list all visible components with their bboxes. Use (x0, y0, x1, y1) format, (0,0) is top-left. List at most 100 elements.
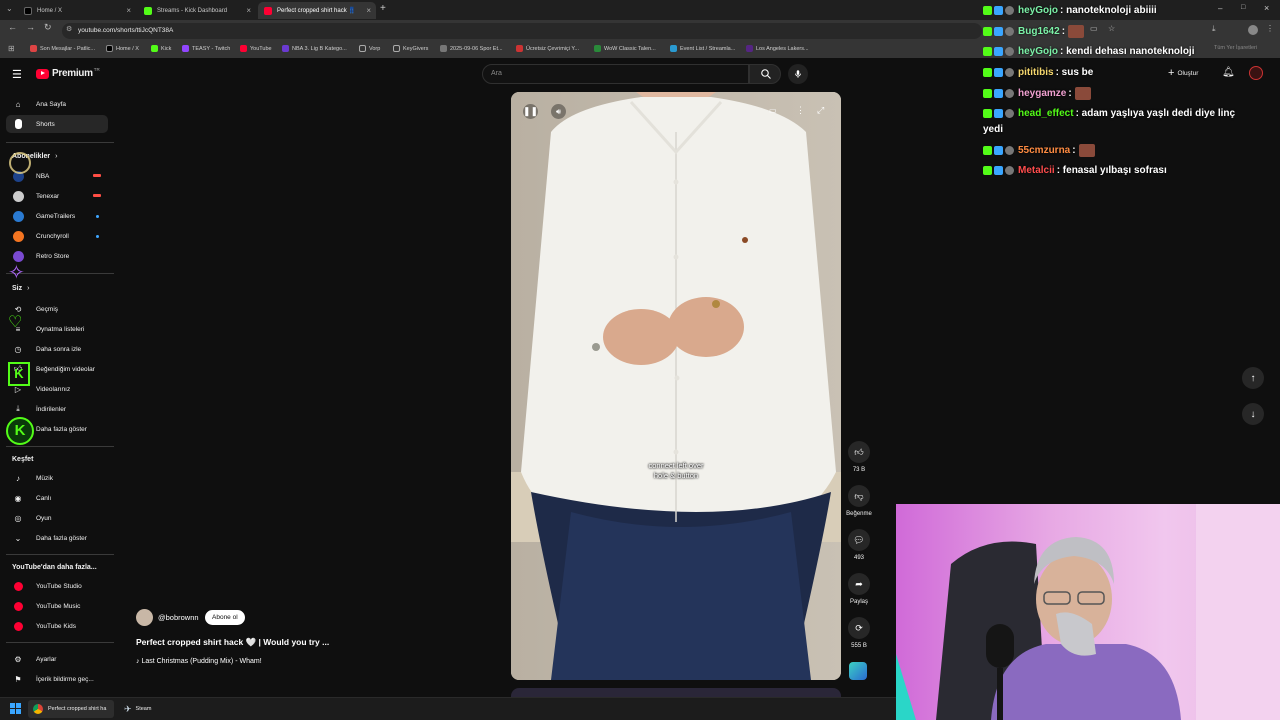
sidebar-item-report-history[interactable]: ⚑ İçerik bildirme geç... (6, 670, 108, 688)
sidebar-item-shorts[interactable]: Shorts (6, 115, 108, 133)
chat-message: yedi (983, 124, 1003, 135)
sidebar-item-youtube-kids[interactable]: YouTube Kids (6, 617, 108, 635)
sidebar-item-show-more-explore[interactable]: ⌄ Daha fazla göster (6, 529, 108, 547)
bookmark-item[interactable]: Event List / Streamla... (670, 45, 735, 52)
chat-username: pititibis (1018, 67, 1054, 78)
new-tab-icon[interactable]: + (380, 3, 386, 14)
bookmark-item[interactable]: Son Mesajlar - Patlic... (30, 45, 95, 52)
chat-username: 55cmzurna (1018, 145, 1071, 156)
sidebar-item-youtube-music[interactable]: YouTube Music (6, 597, 108, 615)
like-button[interactable]: 👍︎ (848, 441, 870, 463)
download-icon[interactable]: ⤓ (1212, 24, 1216, 34)
profile-avatar[interactable] (1248, 25, 1258, 35)
tab-kick-dashboard[interactable]: Streams - Kick Dashboard × (138, 2, 256, 19)
tab-search-icon[interactable]: ⌄ (6, 4, 13, 13)
subscribe-button[interactable]: Abone ol (205, 610, 245, 625)
channel-avatar[interactable] (136, 609, 153, 626)
webcam-image (896, 504, 1280, 720)
chat-emote-icon (1078, 144, 1095, 157)
sidebar-you-header[interactable]: Siz › (12, 285, 29, 292)
sidebar-item-watch-later[interactable]: ◷ Daha sonra izle (6, 340, 108, 358)
sidebar-item-youtube-studio[interactable]: YouTube Studio (6, 577, 108, 595)
youtube-studio-icon (12, 580, 24, 592)
url-field[interactable]: youtube.com/shorts/ttiJcQNT38A (62, 23, 982, 39)
search-button[interactable] (749, 64, 781, 84)
windows-start-icon[interactable] (10, 703, 21, 714)
chrome-icon (33, 704, 43, 714)
bookmark-item[interactable]: YouTube (240, 45, 272, 52)
next-short-preview[interactable] (511, 688, 841, 697)
more-icon[interactable]: ⋮ (1266, 24, 1274, 33)
close-icon[interactable]: × (246, 6, 251, 15)
chat-message: heyGojo : kendi dehası nanoteknoloji (983, 46, 1194, 57)
shorts-video-player[interactable]: ❚❚ 🔊︎ ▭ ⋮ ⤢ connect left over hole & but… (511, 92, 841, 680)
search-input[interactable]: Ara (482, 64, 749, 84)
bookmark-item[interactable]: WoW Classic Talen... (594, 45, 656, 52)
previous-short-button[interactable]: ↑ (1242, 367, 1264, 389)
chevron-down-icon: ⌄ (14, 533, 22, 543)
emote-badge-icon (1005, 109, 1014, 118)
reload-icon[interactable]: ↻ (44, 22, 52, 33)
sidebar-item-home[interactable]: ⌂ Ana Sayfa (6, 95, 108, 113)
channel-avatar (12, 210, 24, 222)
close-icon[interactable]: × (366, 6, 371, 15)
bookmark-item[interactable]: Ücretsiz Çevrimiçi Y... (516, 45, 579, 52)
chat-text: : (1068, 88, 1072, 99)
cast-icon[interactable]: ▭ (1090, 24, 1098, 33)
bookmark-item[interactable]: Home / X (106, 45, 139, 52)
chevron-right-icon: › (55, 153, 58, 160)
bell-icon[interactable]: 🔔︎ (1222, 67, 1235, 78)
bookmark-item[interactable]: 2025-09-06 Spor Et... (440, 45, 503, 52)
apps-icon[interactable]: ⊞ (8, 44, 15, 53)
taskbar-item-steam[interactable]: ✈ Steam (120, 700, 160, 718)
close-icon[interactable]: × (126, 6, 131, 15)
bookmark-item[interactable]: Los Angeles Lakers... (746, 45, 809, 52)
forward-icon[interactable]: → (26, 22, 35, 32)
music-credit[interactable]: ♪ Last Christmas (Pudding Mix) - Wham! (136, 658, 262, 665)
short-title[interactable]: Perfect cropped shirt hack 🤍 | Would you… (136, 637, 329, 648)
bookmark-star-icon[interactable]: ☆ (1108, 24, 1115, 33)
volume-icon[interactable]: 🔊︎ (551, 104, 566, 119)
channel-handle[interactable]: @bobrownn (158, 613, 199, 622)
window-close-icon[interactable]: × (1264, 3, 1269, 13)
new-content-dot (96, 235, 99, 238)
bookmark-item[interactable]: Kick (151, 45, 171, 52)
maximize-icon[interactable]: □ (1241, 4, 1245, 11)
tab-home-x[interactable]: Home / X × (18, 2, 136, 19)
youtube-premium-logo[interactable]: Premium TR (36, 67, 100, 79)
sidebar-item-music[interactable]: ♪ Müzik (6, 469, 108, 487)
sidebar-item-live[interactable]: ◉ Canlı (6, 489, 108, 507)
minimize-icon[interactable]: – (1218, 4, 1222, 13)
sound-thumbnail[interactable] (849, 662, 867, 680)
sidebar-item-crunchyroll[interactable]: Crunchyroll (6, 227, 108, 245)
bookmark-item[interactable]: TEASY - Twitch (182, 45, 230, 52)
remix-button[interactable]: ⟳ (848, 617, 870, 639)
fullscreen-icon[interactable]: ⤢ (817, 105, 824, 116)
arrow-up-icon: ↑ (1250, 372, 1256, 384)
taskbar-item-browser[interactable]: Perfect cropped shirt ha (28, 700, 114, 718)
menu-icon[interactable]: ☰ (12, 68, 22, 81)
dislike-button[interactable]: 👎︎ (848, 485, 870, 507)
create-button[interactable]: + Oluştur (1168, 67, 1198, 79)
bookmark-item[interactable]: KeyGivers (393, 45, 428, 52)
voice-search-button[interactable] (788, 64, 808, 84)
comments-button[interactable]: 💬︎ (848, 529, 870, 551)
more-options-icon[interactable]: ⋮ (796, 105, 805, 116)
pause-icon[interactable]: ❚❚ (523, 104, 538, 119)
back-icon[interactable]: ← (8, 22, 17, 32)
site-info-icon[interactable]: ⚙ (66, 25, 72, 33)
remix-icon: ⟳ (855, 622, 863, 633)
sidebar-item-settings[interactable]: ⚙ Ayarlar (6, 650, 108, 668)
share-button[interactable]: ➦ (848, 573, 870, 595)
all-bookmarks[interactable]: Tüm Yer İşaretleri (1214, 45, 1257, 51)
bookmark-item[interactable]: Vorp (359, 45, 380, 52)
sidebar-item-gaming[interactable]: ◎ Oyun (6, 509, 108, 527)
account-avatar[interactable] (1249, 66, 1263, 80)
captions-icon[interactable]: ▭ (769, 106, 777, 115)
bookmark-item[interactable]: NBA 3. Lig B Katego... (282, 45, 347, 52)
sidebar-item-gametrailers[interactable]: GameTrailers (6, 207, 108, 225)
next-short-button[interactable]: ↓ (1242, 403, 1264, 425)
chat-username: heyGojo (1018, 46, 1059, 57)
sidebar-item-downloads[interactable]: ⤓ İndirilenler (6, 400, 108, 418)
tab-youtube-short[interactable]: Perfect cropped shirt hack 👖 × (258, 2, 376, 19)
